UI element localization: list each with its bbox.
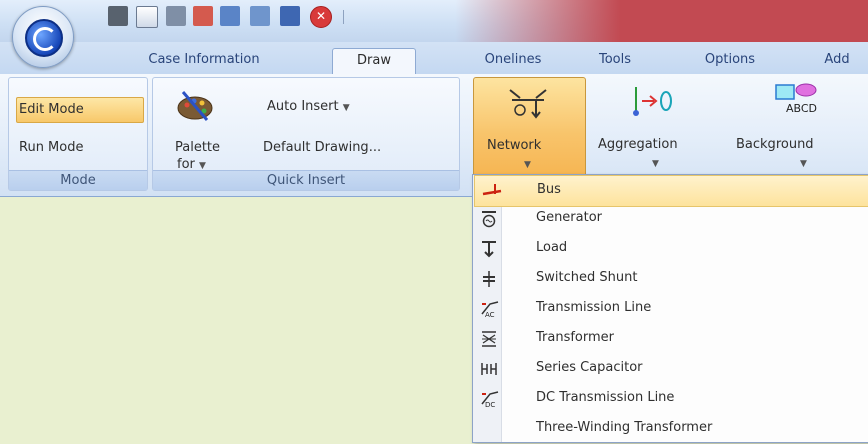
close-icon[interactable]: ✕ (310, 6, 332, 28)
aggregation-button[interactable]: Aggregation ▼ (592, 77, 724, 189)
background-label: Background (736, 137, 814, 152)
chart-icon[interactable] (250, 6, 270, 26)
tab-tools[interactable]: Tools (590, 48, 640, 74)
mode-group-label: Mode (9, 170, 147, 190)
title-bar: ✕ (0, 0, 868, 42)
auto-insert-label: Auto Insert (267, 99, 339, 114)
background-button[interactable]: ABCD Background ▼ (728, 77, 868, 189)
menu-item-load[interactable]: Load (474, 234, 868, 264)
default-drawing-button[interactable]: Default Drawing... (263, 140, 381, 155)
ac-line-icon: AC (480, 300, 499, 318)
tab-add[interactable]: Add (812, 48, 862, 74)
tab-case-information[interactable]: Case Information (118, 48, 290, 74)
network-dropdown-menu: Bus Generator Load Switched Shunt AC Tra… (472, 174, 868, 443)
menu-item-label: Generator (536, 210, 603, 225)
ribbon-tabs: Case Information Draw Onelines Tools Opt… (0, 42, 868, 75)
menu-item-label: Transmission Line (536, 300, 652, 315)
svg-text:AC: AC (485, 311, 495, 318)
menu-item-label: Switched Shunt (536, 270, 638, 285)
menu-item-label: Three-Winding Transformer (536, 420, 713, 435)
menu-item-generator[interactable]: Generator (474, 204, 868, 234)
chevron-down-icon: ▼ (342, 103, 350, 113)
menu-item-label: Bus (537, 182, 561, 197)
bus-icon (481, 182, 502, 200)
save-icon[interactable] (108, 6, 128, 26)
chevron-down-icon: ▼ (800, 159, 807, 169)
edit-mode-button[interactable]: Edit Mode (16, 97, 144, 123)
aggregation-label: Aggregation (598, 137, 678, 152)
transformer-icon (480, 330, 498, 348)
tab-options[interactable]: Options (698, 48, 762, 74)
mode-group: Edit Mode Run Mode Mode (8, 77, 148, 191)
palette-icon (175, 88, 219, 124)
aggregation-icon (626, 83, 676, 119)
app-menu-button[interactable] (12, 6, 74, 68)
chevron-down-icon: ▼ (652, 159, 659, 169)
menu-item-transmission-line[interactable]: AC Transmission Line (474, 294, 868, 324)
svg-text:DC: DC (485, 401, 495, 408)
svg-text:ABCD: ABCD (786, 102, 817, 115)
menu-item-three-winding-transformer[interactable]: Three-Winding Transformer (474, 414, 868, 444)
background-icon: ABCD (772, 81, 824, 119)
menu-item-dc-transmission-line[interactable]: DC DC Transmission Line (474, 384, 868, 414)
menu-item-label: Load (536, 240, 568, 255)
menu-item-switched-shunt[interactable]: Switched Shunt (474, 264, 868, 294)
menu-item-bus[interactable]: Bus (474, 175, 868, 207)
chevron-down-icon: ▼ (524, 160, 531, 170)
palette-button[interactable]: Palette (175, 140, 220, 155)
switched-shunt-icon (480, 270, 498, 288)
spell-icon[interactable] (136, 6, 158, 28)
tab-onelines[interactable]: Onelines (474, 48, 552, 74)
dc-line-icon: DC (480, 390, 499, 408)
auto-insert-dropdown[interactable]: Auto Insert ▼ (267, 99, 350, 114)
clipboard-icon[interactable] (166, 6, 186, 26)
window-icon[interactable] (280, 6, 300, 26)
app-logo-icon (25, 19, 63, 57)
quick-insert-group-label: Quick Insert (153, 170, 459, 190)
load-icon (480, 240, 498, 258)
menu-item-label: Series Capacitor (536, 360, 643, 375)
menu-item-label: DC Transmission Line (536, 390, 675, 405)
toolbar-separator (343, 10, 344, 24)
title-bar-highlight (455, 0, 868, 42)
series-capacitor-icon (480, 360, 498, 378)
quick-insert-group: Palette for ▼ Auto Insert ▼ Default Draw… (152, 77, 460, 191)
menu-item-label: Transformer (536, 330, 615, 345)
run-mode-button[interactable]: Run Mode (19, 140, 83, 155)
grid-icon[interactable] (193, 6, 213, 26)
table-icon[interactable] (220, 6, 240, 26)
network-icon (506, 84, 550, 120)
tab-draw[interactable]: Draw (332, 48, 416, 75)
generator-icon (480, 210, 498, 228)
menu-item-transformer[interactable]: Transformer (474, 324, 868, 354)
network-label: Network (487, 138, 542, 153)
menu-item-series-capacitor[interactable]: Series Capacitor (474, 354, 868, 384)
